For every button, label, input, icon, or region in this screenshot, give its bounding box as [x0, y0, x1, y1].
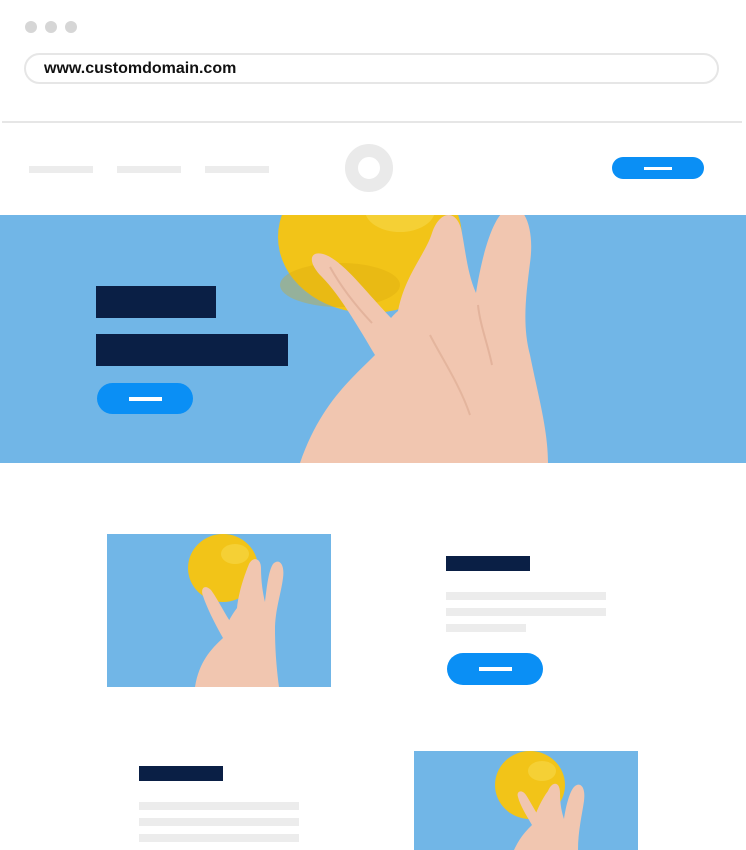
feature-image-2 [414, 751, 638, 850]
address-bar-url: www.customdomain.com [44, 59, 237, 77]
button-label-placeholder [128, 396, 162, 401]
hero-cta-button[interactable] [97, 383, 193, 414]
hero-title-placeholder-line-2 [96, 334, 288, 366]
window-close-dot[interactable] [25, 21, 37, 33]
ring-logo-icon[interactable] [345, 144, 393, 192]
feature-heading-placeholder-1 [446, 556, 530, 571]
hand-holding-lemon-image [414, 751, 638, 850]
hand-holding-lemon-image [107, 534, 331, 687]
nav-link-placeholder-3[interactable] [205, 166, 269, 173]
feature-cta-button[interactable] [447, 653, 543, 685]
hero-banner [0, 215, 746, 463]
nav-link-placeholder-2[interactable] [117, 166, 181, 173]
header-cta-button[interactable] [612, 157, 704, 179]
window-maximize-dot[interactable] [65, 21, 77, 33]
text-line-placeholder [446, 608, 606, 616]
text-line-placeholder [446, 592, 606, 600]
text-line-placeholder [139, 802, 299, 810]
feature-image-1 [107, 534, 331, 687]
hero-title-placeholder-line-1 [96, 286, 216, 318]
text-line-placeholder [446, 624, 526, 632]
nav-link-placeholder-1[interactable] [29, 166, 93, 173]
button-label-placeholder [478, 667, 512, 671]
browser-window: www.customdomain.com [0, 0, 746, 850]
text-line-placeholder [139, 818, 299, 826]
feature-heading-placeholder-2 [139, 766, 223, 781]
address-bar[interactable]: www.customdomain.com [24, 53, 719, 84]
text-line-placeholder [139, 834, 299, 842]
window-minimize-dot[interactable] [45, 21, 57, 33]
button-label-placeholder [644, 166, 672, 170]
chrome-divider [2, 121, 742, 123]
